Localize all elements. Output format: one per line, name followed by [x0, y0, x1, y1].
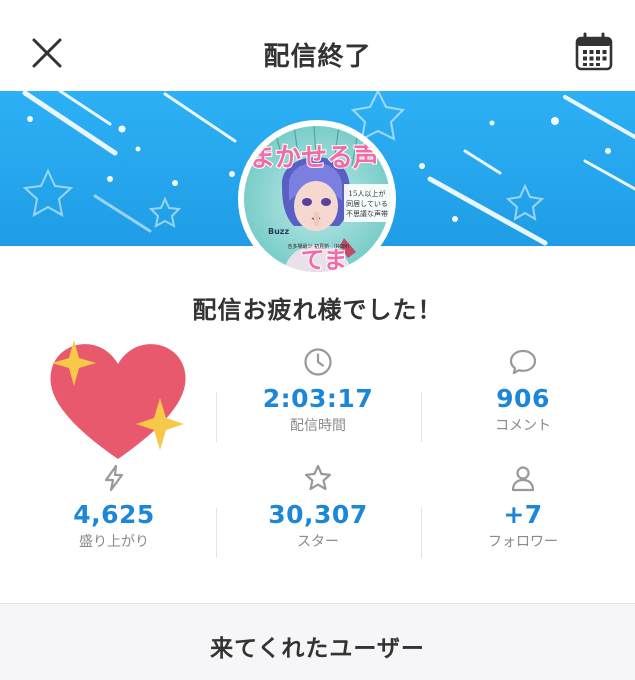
- caption-line-1: 15人以上が: [349, 189, 386, 198]
- artwork-title-top: まかせる声: [249, 143, 379, 173]
- stat-label: フォロワー: [488, 534, 558, 550]
- thanks-message: 配信お疲れ様でした！: [192, 296, 443, 324]
- stat-stars: 30,307 スター: [218, 462, 418, 551]
- stream-thumbnail: 15人以上が 同居している 不思議な声帯 まかせる声 てま Buzz 吉多場最少…: [238, 120, 396, 278]
- clock-icon: [304, 348, 332, 376]
- stat-value: 4,625: [73, 500, 155, 529]
- header-bar: 配信終了: [0, 0, 635, 91]
- divider: [216, 508, 217, 558]
- stat-label: 盛り上がり: [79, 534, 149, 550]
- sparkle-heart-icon: [50, 340, 186, 459]
- footer-bar: 来てくれたユーザー: [0, 603, 635, 680]
- stat-label: 配信時間: [290, 418, 346, 434]
- calendar-icon: [575, 32, 613, 71]
- lightning-icon: [104, 464, 124, 492]
- stat-followers: +7 フォロワー: [423, 462, 623, 551]
- stat-label: スター: [297, 534, 339, 550]
- stat-comments: 906 コメント: [423, 346, 623, 435]
- stat-value: 906: [496, 384, 550, 413]
- stat-excitement: 4,625 盛り上がり: [14, 462, 214, 551]
- stat-value: 30,307: [268, 500, 368, 529]
- stat-value: +7: [503, 500, 543, 529]
- divider: [421, 392, 422, 442]
- star-icon: [304, 464, 332, 491]
- caption-line-3: 不思議な声帯: [346, 209, 388, 218]
- divider: [421, 508, 422, 558]
- artwork-tag: Buzz: [268, 227, 289, 236]
- stat-value: 2:03:17: [262, 384, 374, 413]
- person-icon: [511, 466, 535, 492]
- heart-reaction-button[interactable]: [46, 334, 196, 466]
- artwork-badge: 吉多場最少 初見新 （ROM）: [288, 243, 353, 250]
- comment-icon: [509, 349, 537, 375]
- divider: [216, 392, 217, 442]
- stat-label: コメント: [495, 418, 551, 434]
- visitors-button[interactable]: 来てくれたユーザー: [0, 629, 635, 663]
- calendar-button[interactable]: [573, 31, 615, 73]
- page-title: 配信終了: [263, 42, 372, 72]
- character-artwork: 15人以上が 同居している 不思議な声帯 まかせる声 てま Buzz 吉多場最少…: [244, 126, 390, 272]
- caption-line-2: 同居している: [346, 200, 388, 208]
- stat-duration: 2:03:17 配信時間: [218, 346, 418, 435]
